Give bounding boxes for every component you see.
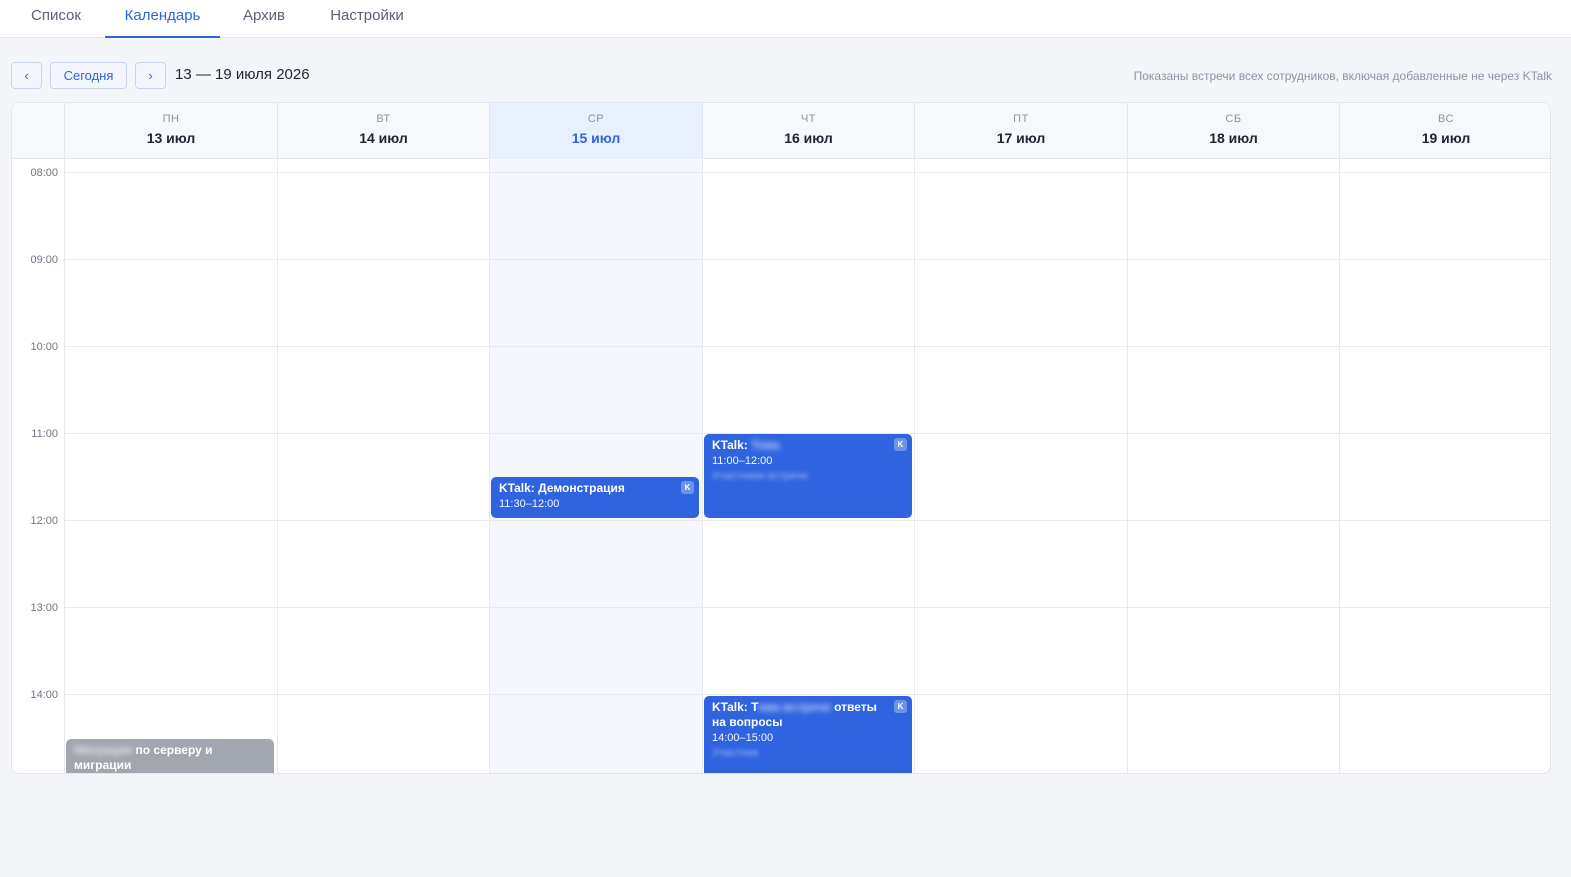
day-date: 18 июл [1209, 130, 1258, 146]
prev-week-button[interactable]: ‹ [11, 62, 42, 89]
day-header-wed[interactable]: СР 15 июл [489, 103, 702, 159]
ktalk-badge-icon: K [681, 481, 694, 494]
event-time: 11:30–12:00 [499, 498, 560, 510]
day-of-week: ВТ [376, 113, 391, 125]
day-date: 13 июл [146, 130, 196, 146]
event-title: KTalk: Тема [712, 438, 780, 452]
time-label: 14:00 [30, 689, 58, 701]
event-mon-migration[interactable]: Миграция по серверу и миграции [66, 739, 274, 773]
day-date: 19 июл [1421, 130, 1471, 146]
hour-line [64, 520, 1550, 521]
time-label: 09:00 [30, 254, 58, 266]
tab-calendar[interactable]: Календарь [105, 0, 220, 38]
event-participants: Участники встречи [712, 470, 808, 482]
tab-settings[interactable]: Настройки [318, 0, 416, 38]
day-of-week: СР [587, 113, 605, 125]
time-label: 08:00 [30, 167, 58, 179]
day-date: 15 июл [571, 130, 621, 146]
day-header-sun[interactable]: ВС 19 июл [1339, 103, 1550, 159]
day-header-mon[interactable]: ПН 13 июл [64, 103, 277, 159]
day-date: 17 июл [996, 130, 1046, 146]
ktalk-badge-icon: K [894, 438, 907, 451]
day-date: 14 июл [359, 130, 408, 146]
event-title: KTalk: Тема встречи ответы на вопросы [712, 700, 877, 729]
day-of-week: ПТ [1013, 113, 1029, 125]
day-column-sat[interactable] [1127, 159, 1339, 773]
day-column-tue[interactable] [277, 159, 489, 773]
hour-line [64, 172, 1550, 173]
day-of-week: ЧТ [800, 113, 817, 125]
chevron-right-icon: › [148, 68, 153, 83]
calendar-note: Показаны встречи всех сотрудников, включ… [1133, 69, 1552, 83]
tab-archive[interactable]: Архив [233, 0, 295, 38]
event-time: 14:00–15:00 [712, 732, 774, 744]
day-of-week: ВС [1438, 113, 1454, 125]
day-header-fri[interactable]: ПТ 17 июл [914, 103, 1127, 159]
event-thu-11[interactable]: KTalk: Тема 11:00–12:00 Участники встреч… [704, 434, 912, 518]
today-button[interactable]: Сегодня [50, 62, 127, 89]
redacted-text: Тема [751, 438, 780, 452]
event-demo[interactable]: KTalk: Демонстрация 11:30–12:00 K [491, 477, 699, 518]
days-header: ПН 13 июл ВТ 14 июл СР 15 июл ЧТ 16 июл … [12, 103, 1550, 159]
day-of-week: ПН [162, 113, 180, 125]
hour-line [64, 259, 1550, 260]
day-of-week: СБ [1225, 113, 1242, 125]
week-navigation: ‹ Сегодня › 13 — 19 июля 2026 Показаны в… [0, 38, 1571, 102]
hour-line [64, 607, 1550, 608]
chevron-left-icon: ‹ [24, 68, 29, 83]
day-header-tue[interactable]: ВТ 14 июл [277, 103, 489, 159]
redacted-text: ема встречи [757, 700, 831, 714]
redacted-text: Миграция [74, 743, 133, 757]
event-time: 11:00–12:00 [712, 455, 773, 467]
ktalk-badge-icon: K [894, 700, 907, 713]
next-week-button[interactable]: › [135, 62, 166, 89]
day-column-sun[interactable] [1339, 159, 1550, 773]
day-header-sat[interactable]: СБ 18 июл [1127, 103, 1339, 159]
event-title: Миграция по серверу и миграции [74, 743, 213, 772]
week-calendar: ПН 13 июл ВТ 14 июл СР 15 июл ЧТ 16 июл … [11, 102, 1551, 774]
time-label: 12:00 [30, 515, 58, 527]
time-grid: 08:00 09:00 10:00 11:00 12:00 13:00 14:0… [12, 159, 1550, 773]
event-title: KTalk: Демонстрация [499, 481, 625, 495]
time-label: 10:00 [30, 341, 58, 353]
day-column-wed[interactable] [489, 159, 702, 773]
tab-list[interactable]: Список [19, 0, 93, 38]
day-column-fri[interactable] [914, 159, 1127, 773]
time-label: 13:00 [30, 602, 58, 614]
hour-line [64, 346, 1550, 347]
day-header-thu[interactable]: ЧТ 16 июл [702, 103, 914, 159]
day-column-mon[interactable] [64, 159, 277, 773]
hour-line [64, 694, 1550, 695]
top-tabs-bar: Список Календарь Архив Настройки [0, 0, 1571, 38]
week-range-title: 13 — 19 июля 2026 [175, 66, 310, 83]
event-thu-14[interactable]: KTalk: Тема встречи ответы на вопросы 14… [704, 696, 912, 773]
day-date: 16 июл [784, 130, 833, 146]
time-label: 11:00 [31, 428, 58, 440]
event-participants: Участник [712, 747, 759, 759]
